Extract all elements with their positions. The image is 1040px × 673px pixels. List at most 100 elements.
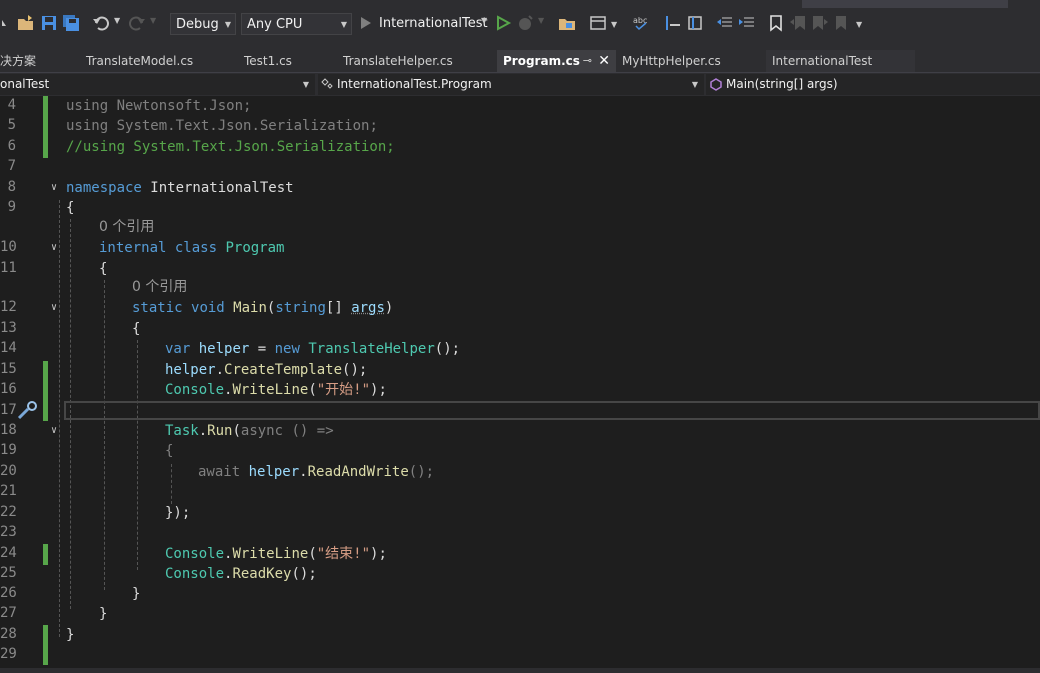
parameter-name: args [351,300,385,316]
tab-label: Program.cs [503,54,580,68]
brace: } [99,606,108,622]
platform-select[interactable]: Any CPU ▼ [241,13,352,35]
indent-guide [104,280,105,590]
hot-reload-icon [519,15,533,30]
start-icon[interactable] [359,14,373,32]
type-name: Task [165,423,199,439]
run-target-dropdown-icon[interactable]: ▼ [481,16,487,25]
operator: = [249,341,275,357]
prev-bookmark-icon [790,16,805,30]
step-into-icon[interactable] [664,14,682,32]
undo-dropdown-icon[interactable]: ▼ [114,16,120,25]
brace: { [99,261,108,277]
code-editor[interactable]: 4 5 6 7 8 9 10 11 12 13 14 15 16 17 18 19 20 21 22 23 24 25 26… [0,96,1040,668]
tab-test1[interactable]: Test1.cs [238,50,335,72]
code-line: Console.WriteLine("结束!"); [165,544,387,564]
bookmark-icon[interactable] [767,14,785,32]
project-value: onalTest [0,77,50,91]
code-line: //using System.Text.Json.Serialization; [66,137,395,157]
code-line: static void Main(string[] args) [132,298,393,318]
member-value: Main(string[] args) [726,77,838,91]
method-name: Run [207,423,233,439]
project-dropdown[interactable]: onalTest ▼ [0,74,315,95]
tab-program[interactable]: Program.cs ⊸ ✕ [497,50,616,72]
line-number: 6 [7,138,16,154]
line-number: 8 [7,179,16,195]
line-number: 4 [7,97,16,113]
punctuation: . [215,362,225,378]
nav-back-icon[interactable] [0,14,12,32]
tab-translatemodel[interactable]: TranslateModel.cs [80,50,236,72]
code-line: Task.Run(async () => [165,421,334,441]
class-value: InternationalTest.Program [337,77,492,91]
member-dropdown[interactable]: Main(string[] args) [706,74,1040,95]
config-select[interactable]: Debug ▼ [170,13,236,35]
tab-label: TranslateHelper.cs [343,54,453,68]
codelens-references[interactable]: 0 个引用 [132,277,187,297]
variable-name: helper [248,464,300,480]
toolbar-overflow-icon[interactable]: ▼ [856,20,862,29]
save-all-icon[interactable] [62,14,80,32]
collapse-icon[interactable]: ∨ [51,242,57,253]
keyword: static [132,300,183,316]
code-line: }); [165,503,190,523]
code-line: { [165,441,173,461]
method-name: CreateTemplate [224,362,343,378]
code-line: using System.Text.Json.Serialization; [66,116,378,136]
punctuation: (); [434,341,461,357]
brace: { [66,200,75,216]
run-target-button[interactable]: InternationalTest [379,16,488,31]
reference-count[interactable]: 0 个引用 [99,219,154,235]
reference-count[interactable]: 0 个引用 [132,279,187,295]
line-number: 7 [7,158,16,174]
code-line: internal class Program [99,238,284,258]
line-number: 16 [0,381,17,397]
type-name: Console [165,566,225,582]
brace: } [132,586,141,602]
tab-label: 决方案 [0,54,37,68]
comment: //using System.Text.Json.Serialization; [66,139,395,155]
tab-internationaltest[interactable]: InternationalTest [766,50,915,72]
close-icon[interactable]: ✕ [598,50,610,72]
variable-name: helper [165,362,216,378]
start-without-debug-icon[interactable] [494,14,512,32]
line-number: 25 [0,565,17,581]
undo-icon[interactable] [92,14,110,32]
open-folder-icon[interactable] [17,14,35,32]
string-literal: "结束!" [316,546,371,562]
spell-check-icon[interactable]: abc [632,14,650,32]
keyword: using [66,118,109,134]
codelens-references[interactable]: 0 个引用 [99,217,154,237]
class-dropdown[interactable]: InternationalTest.Program ▼ [318,74,704,95]
save-icon[interactable] [40,14,58,32]
config-value: Debug [176,17,219,32]
tab-solution[interactable]: 决方案 [0,50,78,72]
collapse-icon[interactable]: ∨ [51,182,57,193]
outdent-icon[interactable] [716,14,734,32]
document-tabs: 决方案 TranslateModel.cs Test1.cs Translate… [0,48,1040,72]
collapse-icon[interactable]: ∨ [51,425,57,436]
line-number: 10 [0,239,17,255]
quick-actions-icon[interactable] [17,401,39,421]
code-line: } [99,604,107,624]
tab-translatehelper[interactable]: TranslateHelper.cs [337,50,495,72]
browse-folder-icon[interactable] [558,14,576,32]
punctuation: }); [165,505,191,521]
pin-icon[interactable]: ⊸ [583,50,592,72]
line-number: 13 [0,320,17,336]
status-bar [0,668,1040,673]
punctuation: ); [370,546,387,562]
line-number: 21 [0,483,17,499]
collapse-icon[interactable]: ∨ [51,302,57,313]
type-name: TranslateHelper [308,341,435,357]
layout-icon[interactable] [589,14,607,32]
tab-myhttphelper[interactable]: MyHttpHelper.cs [616,50,764,72]
layout-dropdown-icon[interactable]: ▼ [611,20,617,29]
keyword: namespace [66,180,142,196]
keyword: using [66,98,109,114]
punctuation: ( [308,382,317,398]
line-number: 26 [0,585,17,601]
indent-icon[interactable] [738,14,756,32]
step-over-icon[interactable] [686,14,704,32]
code-line: Console.ReadKey(); [165,564,317,584]
